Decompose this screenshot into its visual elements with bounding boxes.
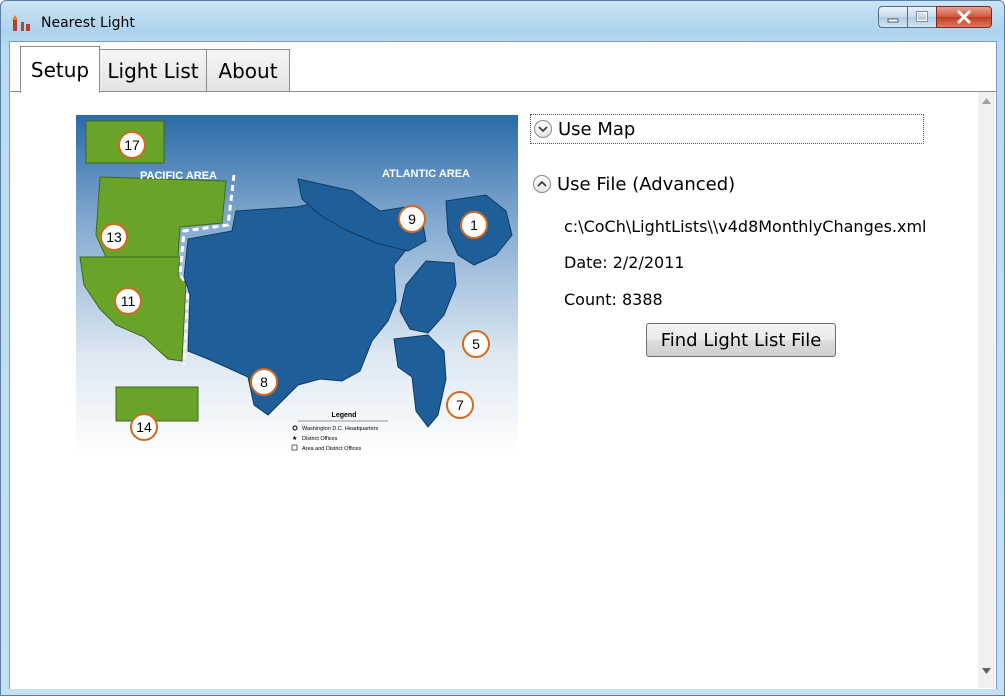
tab-setup-label: Setup bbox=[30, 58, 90, 82]
district-badge-14[interactable]: 14 bbox=[130, 413, 158, 441]
svg-text:7: 7 bbox=[456, 397, 464, 413]
tab-about-label: About bbox=[218, 58, 278, 83]
client-area: Setup Light List About PACIFIC AREA ATLA… bbox=[9, 41, 997, 689]
chevron-down-icon bbox=[534, 120, 552, 138]
setup-tab-content: PACIFIC AREA ATLANTIC AREA 17 13 11 14 8… bbox=[10, 91, 996, 689]
tab-setup[interactable]: Setup bbox=[20, 46, 100, 93]
close-icon bbox=[957, 10, 971, 24]
tab-light-list[interactable]: Light List bbox=[99, 49, 207, 91]
district-badge-7[interactable]: 7 bbox=[446, 391, 474, 419]
map-pacific-label: PACIFIC AREA bbox=[140, 170, 217, 182]
svg-text:8: 8 bbox=[260, 374, 268, 390]
minimize-button[interactable] bbox=[878, 6, 908, 28]
vertical-scrollbar[interactable] bbox=[978, 92, 995, 688]
use-file-expander[interactable]: Use File (Advanced) bbox=[530, 169, 924, 199]
district-badge-9[interactable]: 9 bbox=[398, 205, 426, 233]
district-badge-11[interactable]: 11 bbox=[114, 287, 142, 315]
district-badge-5[interactable]: 5 bbox=[462, 330, 490, 358]
file-path-text: c:\CoCh\LightLists\\v4d8MonthlyChanges.x… bbox=[564, 217, 927, 236]
tab-light-list-label: Light List bbox=[107, 58, 199, 83]
district-badge-1[interactable]: 1 bbox=[460, 211, 488, 239]
app-icon bbox=[12, 15, 30, 31]
use-file-label: Use File (Advanced) bbox=[557, 173, 736, 195]
tab-strip: Setup Light List About bbox=[10, 42, 996, 93]
svg-text:17: 17 bbox=[124, 137, 140, 153]
close-button[interactable] bbox=[936, 6, 992, 28]
svg-text:1: 1 bbox=[470, 217, 478, 233]
maximize-icon bbox=[916, 11, 928, 22]
tab-about[interactable]: About bbox=[206, 49, 290, 91]
district-badge-17[interactable]: 17 bbox=[118, 131, 146, 159]
svg-text:13: 13 bbox=[106, 229, 122, 245]
title-bar: Nearest Light bbox=[1, 1, 1004, 41]
svg-text:11: 11 bbox=[121, 293, 136, 309]
scroll-down-icon[interactable] bbox=[982, 668, 991, 674]
use-map-expander[interactable]: Use Map bbox=[530, 114, 924, 144]
chevron-up-icon bbox=[533, 175, 551, 193]
svg-text:District Offices: District Offices bbox=[302, 436, 338, 442]
svg-text:9: 9 bbox=[408, 211, 416, 227]
maximize-button[interactable] bbox=[907, 6, 937, 28]
app-window: Nearest Light Setup Light List About PAC… bbox=[0, 0, 1005, 696]
minimize-icon bbox=[887, 18, 899, 23]
svg-text:★: ★ bbox=[292, 435, 297, 442]
svg-text:Washington D.C. Headquarters: Washington D.C. Headquarters bbox=[302, 426, 378, 432]
file-date-text: Date: 2/2/2011 bbox=[564, 253, 685, 272]
svg-text:Area and District Offices: Area and District Offices bbox=[302, 446, 361, 452]
svg-text:5: 5 bbox=[472, 336, 480, 352]
scroll-up-icon[interactable] bbox=[982, 98, 991, 104]
svg-text:14: 14 bbox=[136, 419, 152, 435]
district-map-graphic: PACIFIC AREA ATLANTIC AREA 17 13 11 14 8… bbox=[79, 120, 513, 452]
find-light-list-file-label: Find Light List File bbox=[660, 329, 822, 351]
map-atlantic-label: ATLANTIC AREA bbox=[382, 168, 470, 180]
district-badge-13[interactable]: 13 bbox=[100, 223, 128, 251]
file-count-text: Count: 8388 bbox=[564, 290, 663, 309]
find-light-list-file-button[interactable]: Find Light List File bbox=[646, 323, 836, 357]
district-badge-8[interactable]: 8 bbox=[250, 368, 278, 396]
use-map-label: Use Map bbox=[558, 118, 636, 140]
district-map[interactable]: PACIFIC AREA ATLANTIC AREA 17 13 11 14 8… bbox=[76, 115, 518, 455]
window-title: Nearest Light bbox=[41, 15, 135, 31]
map-legend: Legend Washington D.C. Headquarters ★ Di… bbox=[291, 412, 388, 452]
svg-text:Legend: Legend bbox=[332, 412, 357, 419]
